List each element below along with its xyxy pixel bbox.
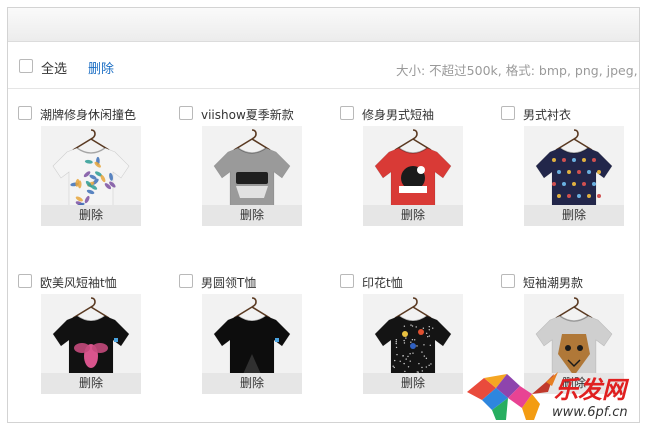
toolbar: 全选 删除 大小: 不超过500k, 格式: bmp, png, jpeg, j…	[8, 42, 639, 89]
polygon-animal-logo	[467, 372, 558, 420]
image-item: 男式衬衣 删除	[501, 105, 639, 255]
image-item: 潮牌修身休闲撞色 删除	[18, 105, 168, 255]
item-delete-button[interactable]: 删除	[41, 373, 141, 394]
item-checkbox[interactable]	[340, 106, 354, 120]
item-delete-button[interactable]: 删除	[202, 373, 302, 394]
item-delete-button[interactable]: 删除	[524, 205, 624, 226]
image-item: viishow夏季新款 删除	[179, 105, 329, 255]
item-delete-button[interactable]: 删除	[363, 373, 463, 394]
upload-requirements-text: 大小: 不超过500k, 格式: bmp, png, jpeg, jpg, gi…	[396, 63, 639, 78]
image-manager-panel: 全选 删除 大小: 不超过500k, 格式: bmp, png, jpeg, j…	[7, 7, 640, 423]
item-delete-button[interactable]: 删除	[363, 205, 463, 226]
select-all-label[interactable]: 全选	[41, 58, 67, 77]
image-item: 男圆领T恤 删除	[179, 273, 329, 422]
panel-header-bar	[8, 8, 639, 42]
item-checkbox[interactable]	[179, 106, 193, 120]
item-name: 男式衬衣	[523, 108, 572, 122]
item-name: 印花t恤	[362, 276, 403, 290]
image-item: 欧美风短袖t恤 删除	[18, 273, 168, 422]
select-all-checkbox[interactable]	[19, 59, 33, 73]
item-checkbox[interactable]	[18, 106, 32, 120]
watermark-url-text: www.6pf.cn	[552, 405, 628, 420]
item-name: 男圆领T恤	[201, 276, 257, 290]
item-delete-button[interactable]: 删除	[202, 205, 302, 226]
item-checkbox[interactable]	[501, 274, 515, 288]
item-name: viishow夏季新款	[201, 108, 294, 122]
item-checkbox[interactable]	[501, 106, 515, 120]
item-checkbox[interactable]	[340, 274, 354, 288]
item-name: 短袖潮男款	[523, 276, 584, 290]
item-delete-button[interactable]: 删除	[41, 205, 141, 226]
item-checkbox[interactable]	[18, 274, 32, 288]
watermark-brand-text: 乐发网	[554, 376, 630, 404]
delete-selected-link[interactable]: 删除	[88, 58, 114, 77]
image-item: 修身男式短袖 删除	[340, 105, 490, 255]
item-checkbox[interactable]	[179, 274, 193, 288]
item-name: 修身男式短袖	[362, 108, 435, 122]
item-name: 欧美风短袖t恤	[40, 276, 117, 290]
watermark-logo: 乐发网 www.6pf.cn	[467, 372, 630, 420]
item-name: 潮牌修身休闲撞色	[40, 108, 137, 122]
